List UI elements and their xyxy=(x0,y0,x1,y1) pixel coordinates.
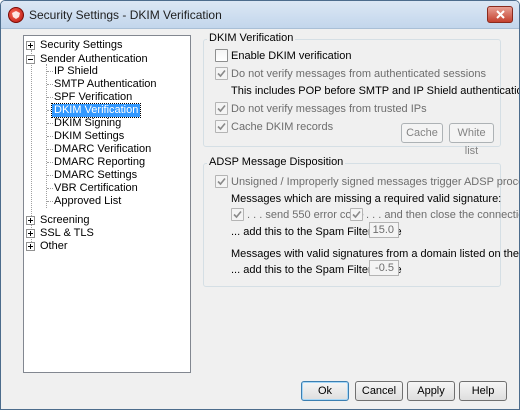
adsp-unsigned-label: Unsigned / Improperly signed messages tr… xyxy=(231,176,520,188)
checkmark-icon xyxy=(217,69,226,78)
approved-list-heading: Messages with valid signatures from a do… xyxy=(231,248,519,260)
app-shield-icon xyxy=(8,7,24,23)
expand-icon[interactable] xyxy=(26,41,35,50)
cache-dkim-label: Cache DKIM records xyxy=(231,121,334,133)
no-verify-auth-checkbox[interactable] xyxy=(215,67,228,80)
expand-icon[interactable] xyxy=(26,216,35,225)
adsp-unsigned-checkbox[interactable] xyxy=(215,175,228,188)
no-verify-trusted-label: Do not verify messages from trusted IPs xyxy=(231,103,427,115)
checkmark-icon xyxy=(233,210,242,219)
cancel-button[interactable]: Cancel xyxy=(355,381,403,401)
checkmark-icon xyxy=(217,177,226,186)
checkmark-icon xyxy=(217,122,226,131)
spam-score-missing-input[interactable]: 15.0 xyxy=(369,222,399,238)
close-connection-checkbox[interactable] xyxy=(350,208,363,221)
cache-dkim-checkbox[interactable] xyxy=(215,120,228,133)
close-icon xyxy=(496,10,505,19)
help-button[interactable]: Help xyxy=(459,381,507,401)
collapse-icon[interactable] xyxy=(26,55,35,64)
pop-note: This includes POP before SMTP and IP Shi… xyxy=(231,85,520,97)
ok-button[interactable]: Ok xyxy=(301,381,349,401)
spam-score-approved-input[interactable]: -0.5 xyxy=(369,260,399,276)
security-settings-window: Security Settings - DKIM Verification Se… xyxy=(0,0,520,410)
close-connection-label: . . . and then close the connection xyxy=(366,209,520,221)
no-verify-auth-label: Do not verify messages from authenticate… xyxy=(231,68,486,80)
enable-dkim-checkbox[interactable] xyxy=(215,49,228,62)
dkim-group-label: DKIM Verification xyxy=(207,32,296,44)
apply-button[interactable]: Apply xyxy=(407,381,455,401)
expand-icon[interactable] xyxy=(26,229,35,238)
send-550-checkbox[interactable] xyxy=(231,208,244,221)
missing-signature-heading: Messages which are missing a required va… xyxy=(231,193,502,205)
send-550-label: . . . send 550 error code xyxy=(247,209,364,221)
white-list-button[interactable]: White list xyxy=(449,123,494,157)
no-verify-trusted-checkbox[interactable] xyxy=(215,102,228,115)
close-button[interactable] xyxy=(487,6,513,23)
checkmark-icon xyxy=(217,104,226,113)
enable-dkim-label: Enable DKIM verification xyxy=(231,50,352,62)
expand-icon[interactable] xyxy=(26,242,35,251)
cache-button[interactable]: Cache xyxy=(401,123,443,143)
settings-tree[interactable]: Security Settings Sender Authentication … xyxy=(23,35,191,373)
adsp-group-label: ADSP Message Disposition xyxy=(207,156,346,168)
window-title: Security Settings - DKIM Verification xyxy=(29,8,222,22)
checkmark-icon xyxy=(352,210,361,219)
title-bar: Security Settings - DKIM Verification xyxy=(1,1,519,29)
